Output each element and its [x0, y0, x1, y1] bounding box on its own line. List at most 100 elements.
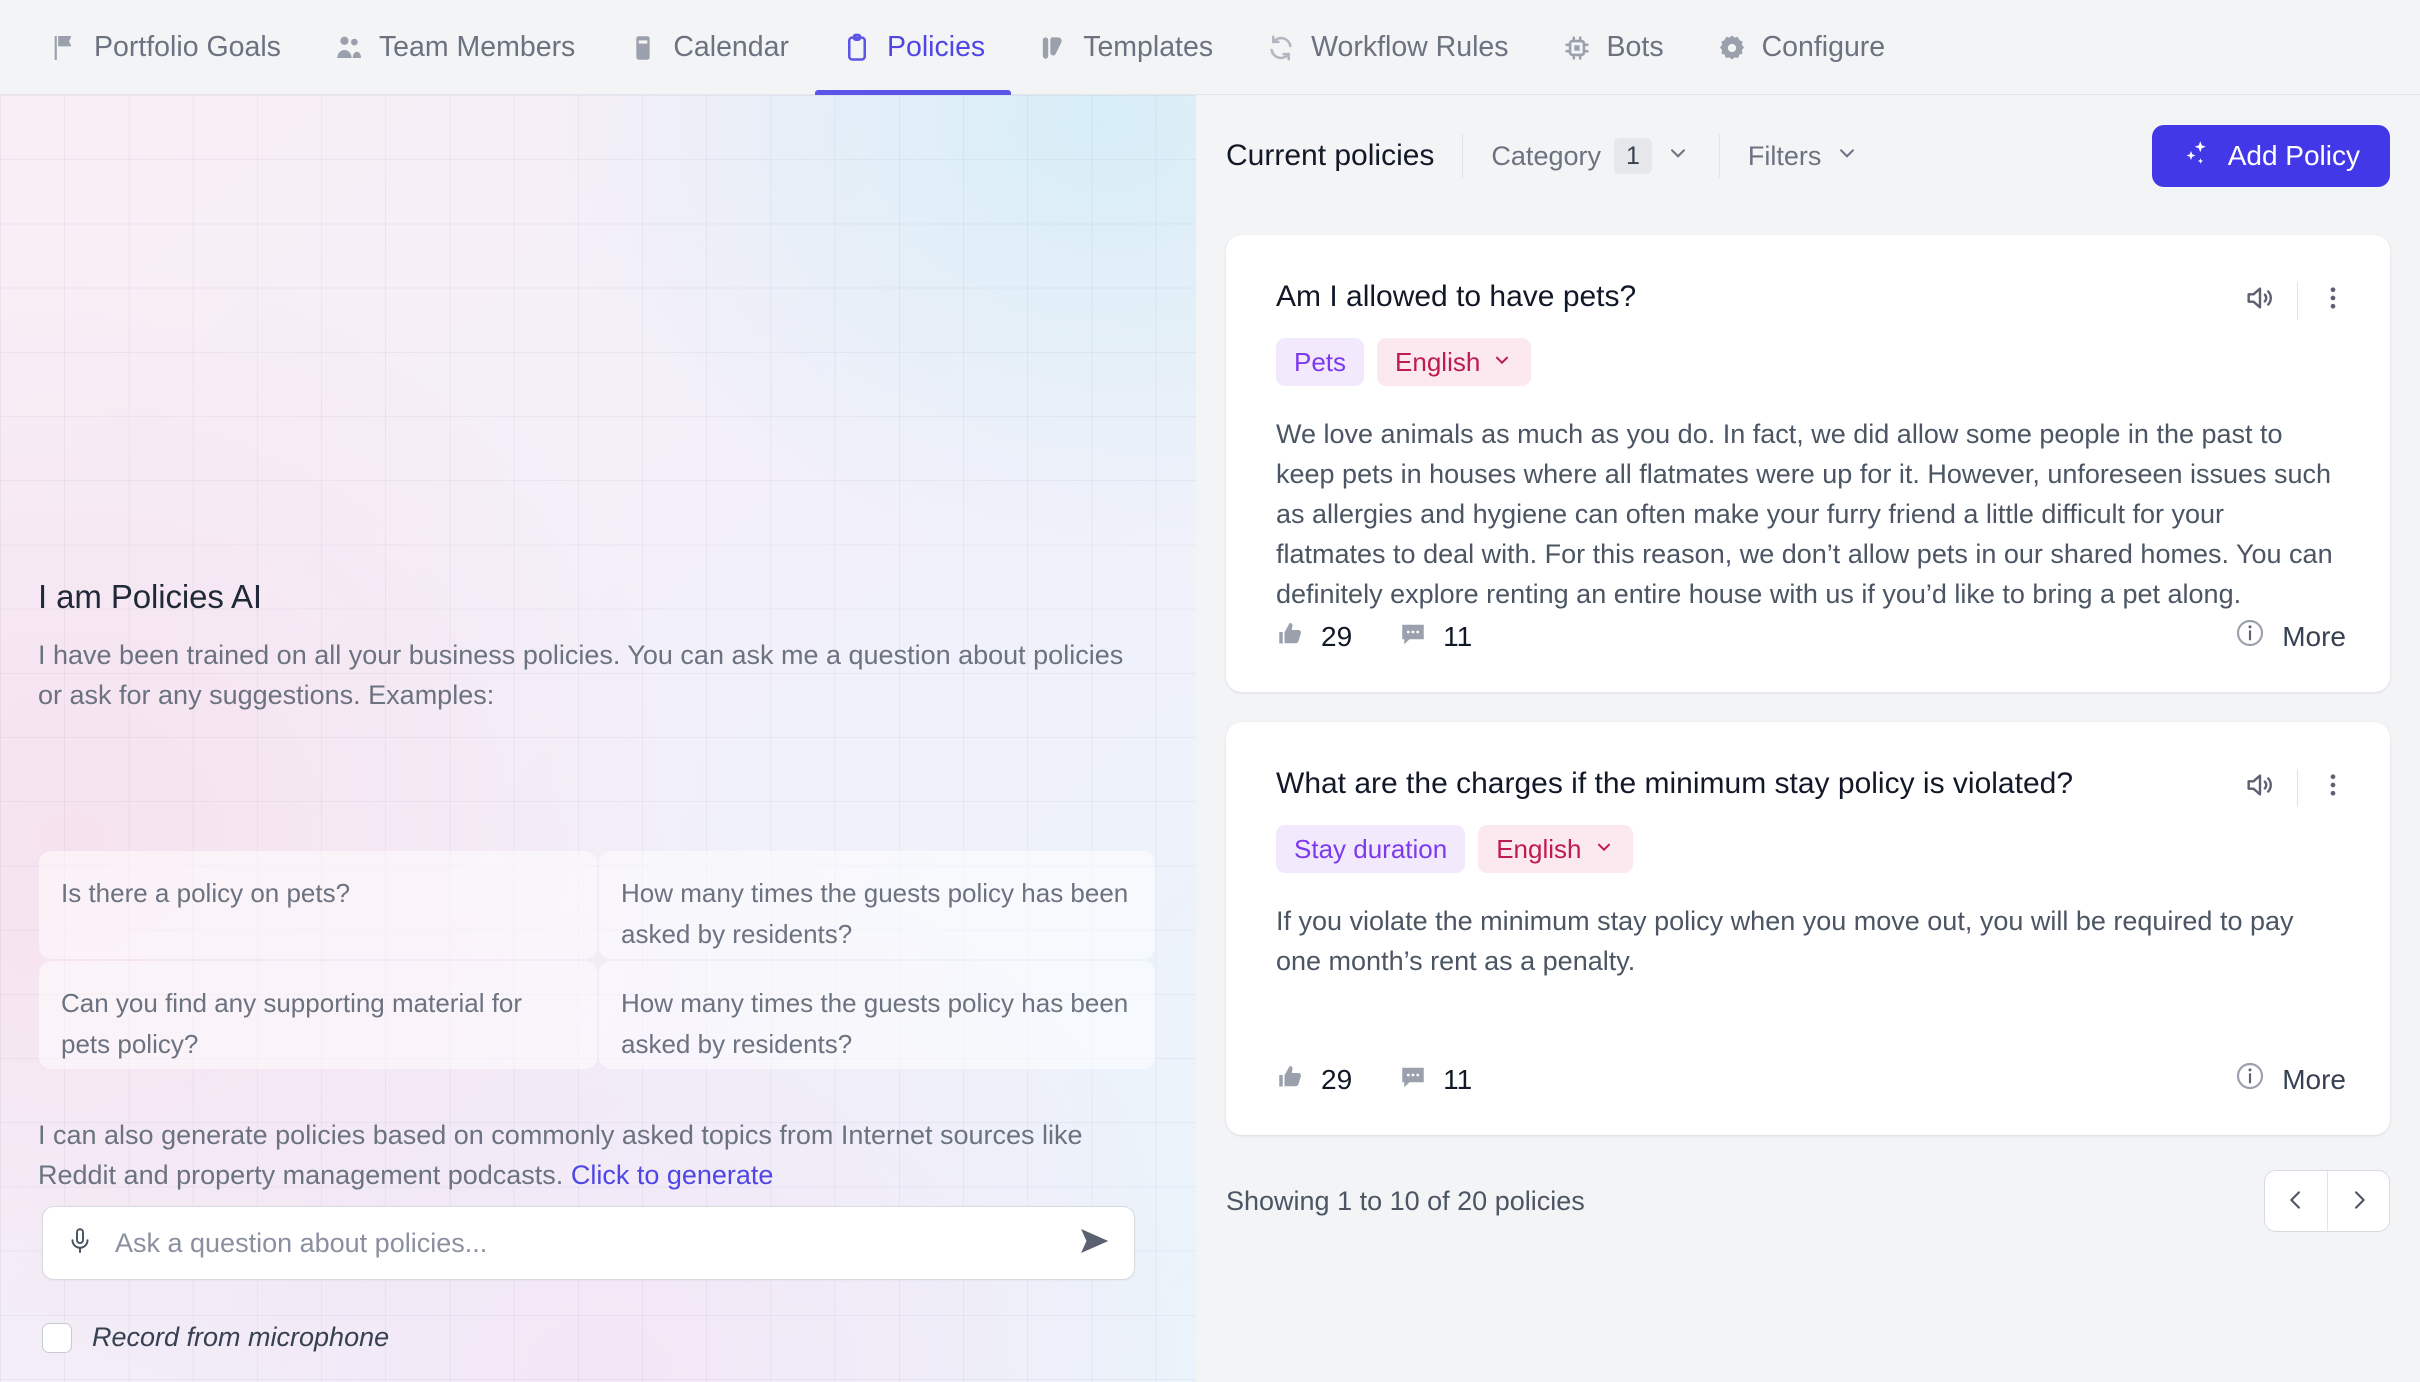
- pagination-bar: Showing 1 to 10 of 20 policies: [1226, 1170, 2390, 1232]
- nav-tab-team-members[interactable]: Team Members: [307, 0, 601, 95]
- policy-card-footer: 29 11 More: [1276, 617, 2346, 656]
- send-icon[interactable]: [1076, 1222, 1114, 1265]
- policy-card-header: Am I allowed to have pets?: [1226, 235, 2390, 320]
- next-page-button[interactable]: [2327, 1171, 2389, 1231]
- more-label: More: [2282, 1063, 2346, 1095]
- policy-badges: Pets English: [1226, 320, 2390, 386]
- chip-icon: [1561, 32, 1593, 64]
- policy-card-footer: 29 11 More: [1276, 1060, 2346, 1099]
- templates-icon: [1037, 32, 1069, 64]
- suggestion-item[interactable]: How many times the guests policy has bee…: [599, 851, 1155, 959]
- current-policies-panel: Current policies Category 1 Filters Add …: [1196, 95, 2420, 1382]
- generate-policies-text: I can also generate policies based on co…: [38, 1115, 1128, 1195]
- nav-label: Policies: [886, 31, 986, 63]
- divider: [2297, 768, 2298, 807]
- nav-label: Configure: [1761, 31, 1886, 63]
- divider: [1462, 134, 1464, 178]
- divider: [1718, 134, 1720, 178]
- suggestion-item[interactable]: Can you find any supporting material for…: [39, 961, 597, 1069]
- clipboard-icon: [841, 32, 873, 64]
- nav-tab-workflow-rules[interactable]: Workflow Rules: [1239, 0, 1534, 95]
- more-label: More: [2282, 620, 2346, 652]
- filters-label: Filters: [1747, 140, 1822, 171]
- nav-label: Bots: [1606, 31, 1664, 63]
- ask-question-input[interactable]: [95, 1227, 1076, 1259]
- click-to-generate-link[interactable]: Click to generate: [571, 1160, 774, 1190]
- speaker-icon[interactable]: [2243, 768, 2277, 807]
- record-from-microphone-row[interactable]: Record from microphone: [42, 1322, 389, 1353]
- policy-question: Am I allowed to have pets?: [1276, 280, 1637, 313]
- chevron-right-icon: [2345, 1186, 2373, 1217]
- suggestion-item[interactable]: Is there a policy on pets?: [39, 851, 597, 959]
- nav-tab-calendar[interactable]: Calendar: [601, 0, 815, 95]
- pagination-controls: [2264, 1170, 2390, 1232]
- nav-tab-bots[interactable]: Bots: [1535, 0, 1690, 95]
- comment-count: 11: [1443, 620, 1473, 652]
- language-label: English: [1496, 834, 1582, 864]
- filters-dropdown[interactable]: Filters: [1748, 140, 1861, 173]
- policy-card[interactable]: Am I allowed to have pets? Pets English …: [1226, 235, 2390, 692]
- category-badge[interactable]: Stay duration: [1276, 825, 1466, 873]
- nav-label: Workflow Rules: [1311, 31, 1509, 63]
- thumbs-up-icon: [1276, 619, 1306, 654]
- showing-text: Showing 1 to 10 of 20 policies: [1226, 1185, 1585, 1216]
- kebab-menu-icon[interactable]: [2318, 770, 2348, 805]
- people-icon: [333, 32, 365, 64]
- speaker-icon[interactable]: [2243, 281, 2277, 320]
- nav-label: Portfolio Goals: [94, 31, 281, 63]
- main-navigation: Portfolio Goals Team Members Calendar Po…: [0, 0, 2420, 95]
- kebab-menu-icon[interactable]: [2318, 283, 2348, 318]
- policy-question: What are the charges if the minimum stay…: [1276, 767, 2074, 800]
- nav-tab-portfolio-goals[interactable]: Portfolio Goals: [22, 0, 307, 95]
- thumbs-up-icon: [1276, 1062, 1306, 1097]
- calendar-icon: [627, 32, 659, 64]
- page-title: Current policies: [1226, 139, 1435, 172]
- nav-tab-policies[interactable]: Policies: [814, 0, 1012, 95]
- language-badge[interactable]: English: [1478, 825, 1633, 873]
- policy-card-actions: [2243, 764, 2348, 807]
- category-badge[interactable]: Pets: [1276, 338, 1365, 386]
- nav-label: Calendar: [673, 31, 789, 63]
- language-badge[interactable]: English: [1377, 338, 1532, 386]
- comment-stat[interactable]: 11: [1398, 619, 1472, 654]
- nav-tab-configure[interactable]: Configure: [1690, 0, 1912, 95]
- comment-count: 11: [1443, 1063, 1473, 1095]
- assistant-title: I am Policies AI: [38, 578, 262, 615]
- more-button[interactable]: More: [2234, 617, 2346, 656]
- chevron-left-icon: [2282, 1186, 2310, 1217]
- previous-page-button[interactable]: [2265, 1171, 2327, 1231]
- nav-label: Templates: [1083, 31, 1214, 63]
- generate-description: I can also generate policies based on co…: [38, 1120, 1083, 1190]
- suggestion-item[interactable]: How many times the guests policy has bee…: [599, 961, 1155, 1069]
- policy-card[interactable]: What are the charges if the minimum stay…: [1226, 722, 2390, 1135]
- add-policy-button[interactable]: Add Policy: [2151, 125, 2390, 187]
- like-count: 29: [1321, 1063, 1353, 1095]
- record-microphone-checkbox[interactable]: [42, 1322, 72, 1353]
- policy-card-actions: [2243, 277, 2348, 320]
- nav-label: Team Members: [378, 31, 576, 63]
- policies-ai-panel: I am Policies AI I have been trained on …: [0, 95, 1196, 1382]
- policy-badges: Stay duration English: [1226, 807, 2390, 873]
- category-filter[interactable]: Category 1: [1491, 138, 1690, 174]
- like-stat[interactable]: 29: [1276, 619, 1352, 654]
- chevron-down-icon: [1593, 834, 1615, 864]
- comment-stat[interactable]: 11: [1398, 1062, 1472, 1097]
- more-button[interactable]: More: [2234, 1060, 2346, 1099]
- category-label: Category: [1491, 140, 1601, 171]
- divider: [2297, 281, 2298, 320]
- chevron-down-icon: [1491, 347, 1513, 377]
- like-stat[interactable]: 29: [1276, 1062, 1352, 1097]
- like-count: 29: [1321, 620, 1353, 652]
- comment-icon: [1398, 619, 1428, 654]
- assistant-description: I have been trained on all your business…: [38, 640, 1124, 710]
- nav-tab-templates[interactable]: Templates: [1011, 0, 1239, 95]
- suggestion-list: Is there a policy on pets? How many time…: [38, 850, 1156, 1070]
- microphone-icon[interactable]: [65, 1226, 95, 1261]
- ask-question-box[interactable]: [42, 1206, 1135, 1280]
- chevron-down-icon: [1665, 140, 1691, 173]
- gear-icon: [1716, 32, 1748, 64]
- category-count-badge: 1: [1613, 138, 1652, 174]
- sparkles-icon: [2182, 138, 2212, 175]
- policy-card-header: What are the charges if the minimum stay…: [1226, 722, 2390, 807]
- chevron-down-icon: [1834, 140, 1860, 173]
